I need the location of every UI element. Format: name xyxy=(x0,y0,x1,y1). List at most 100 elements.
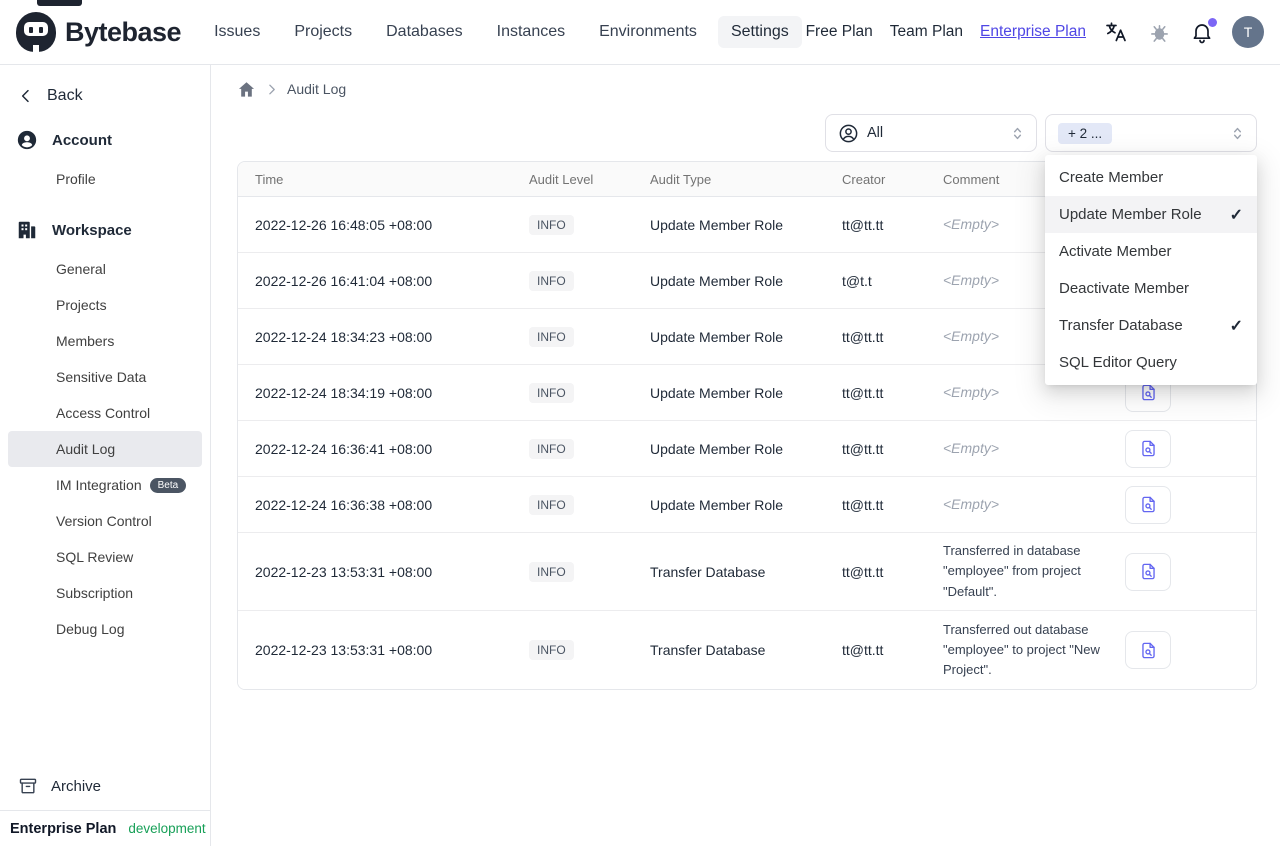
view-detail-button[interactable] xyxy=(1125,429,1171,468)
menu-item-label: SQL Editor Query xyxy=(1059,354,1177,371)
bug-report-icon[interactable] xyxy=(1146,19,1172,45)
sidebar-item-debug-log[interactable]: Debug Log xyxy=(8,611,202,647)
nav-links: Issues Projects Databases Instances Envi… xyxy=(201,16,802,48)
bytebase-logo[interactable]: Bytebase xyxy=(16,12,182,52)
translate-icon[interactable] xyxy=(1103,19,1129,45)
view-detail-button[interactable] xyxy=(1125,485,1171,524)
row-audit-type: Transfer Database xyxy=(650,563,766,580)
menu-item-label: Transfer Database xyxy=(1059,317,1183,334)
row-time: 2022-12-24 16:36:41 +08:00 xyxy=(255,440,433,457)
table-row: 2022-12-23 13:53:31 +08:00 INFO Transfer… xyxy=(238,533,1256,611)
sidebar-item-label: Members xyxy=(56,333,115,349)
file-search-icon xyxy=(1141,563,1155,580)
brand-wordmark: Bytebase xyxy=(65,16,182,47)
level-badge: INFO xyxy=(529,640,574,660)
row-creator: tt@tt.tt xyxy=(842,563,884,580)
sidebar-item-members[interactable]: Members xyxy=(8,323,202,359)
back-label: Back xyxy=(47,87,83,104)
person-circle-icon xyxy=(839,124,858,142)
sidebar-item-version-control[interactable]: Version Control xyxy=(8,503,202,539)
nav-link-projects[interactable]: Projects xyxy=(281,16,365,48)
row-creator: tt@tt.tt xyxy=(842,216,884,233)
breadcrumb-current: Audit Log xyxy=(287,81,347,97)
row-creator: tt@tt.tt xyxy=(842,384,884,401)
header-audit-level: Audit Level xyxy=(529,171,594,187)
environment-mode-label: development xyxy=(128,821,206,836)
view-detail-button[interactable] xyxy=(1125,631,1171,669)
sidebar-item-im-integration[interactable]: IM Integration Beta xyxy=(8,467,202,503)
sidebar-item-projects[interactable]: Projects xyxy=(8,287,202,323)
menu-item-activate-member[interactable]: Activate Member xyxy=(1045,233,1257,270)
filter-row: All + 2 ... xyxy=(237,114,1257,152)
top-nav: Bytebase Issues Projects Databases Insta… xyxy=(0,0,1280,65)
chevron-right-icon xyxy=(269,84,275,94)
level-badge: INFO xyxy=(529,270,574,291)
sidebar-item-audit-log[interactable]: Audit Log xyxy=(8,431,202,467)
view-detail-button[interactable] xyxy=(1125,552,1171,591)
creator-filter-value: All xyxy=(867,125,884,141)
audit-type-filter-chip: + 2 ... xyxy=(1058,122,1113,144)
account-section-label: Account xyxy=(52,131,112,149)
avatar[interactable]: T xyxy=(1232,16,1264,48)
menu-item-deactivate-member[interactable]: Deactivate Member xyxy=(1045,270,1257,307)
row-audit-type: Update Member Role xyxy=(650,384,784,401)
sidebar-item-profile[interactable]: Profile xyxy=(8,161,202,197)
archive-icon xyxy=(19,778,37,794)
audit-type-dropdown-menu: Create Member Update Member Role ✓ Activ… xyxy=(1045,155,1257,385)
row-creator: t@t.t xyxy=(842,272,872,289)
enterprise-plan-link[interactable]: Enterprise Plan xyxy=(980,23,1086,41)
menu-item-label: Create Member xyxy=(1059,169,1164,186)
sidebar-item-label: Subscription xyxy=(56,585,134,601)
free-plan-link[interactable]: Free Plan xyxy=(806,23,873,41)
back-button[interactable]: Back xyxy=(0,77,210,119)
team-plan-link[interactable]: Team Plan xyxy=(890,23,963,41)
notification-dot xyxy=(1208,18,1217,27)
home-icon[interactable] xyxy=(237,80,256,99)
table-row: 2022-12-24 16:36:38 +08:00 INFO Update M… xyxy=(238,477,1256,533)
sidebar-item-access-control[interactable]: Access Control xyxy=(8,395,202,431)
row-time: 2022-12-26 16:41:04 +08:00 xyxy=(255,272,433,289)
check-icon: ✓ xyxy=(1229,206,1243,224)
account-icon xyxy=(17,130,37,150)
file-search-icon xyxy=(1141,384,1155,401)
nav-link-settings[interactable]: Settings xyxy=(717,16,802,48)
audit-type-filter-select[interactable]: + 2 ... xyxy=(1045,114,1257,152)
header-audit-type: Audit Type xyxy=(650,171,712,187)
menu-item-update-member-role[interactable]: Update Member Role ✓ xyxy=(1045,196,1257,233)
workspace-icon xyxy=(18,221,36,239)
sidebar-item-label: General xyxy=(56,261,106,277)
plan-status-bar: Enterprise Plan development xyxy=(0,810,210,846)
menu-item-sql-editor-query[interactable]: SQL Editor Query xyxy=(1045,344,1257,381)
nav-link-issues[interactable]: Issues xyxy=(201,16,273,48)
sidebar-item-label: SQL Review xyxy=(56,549,134,565)
sidebar-item-sql-review[interactable]: SQL Review xyxy=(8,539,202,575)
menu-item-transfer-database[interactable]: Transfer Database ✓ xyxy=(1045,307,1257,344)
sidebar-item-label: Access Control xyxy=(56,405,151,421)
sidebar-item-label: Projects xyxy=(56,297,107,313)
sidebar-item-general[interactable]: General xyxy=(8,251,202,287)
row-audit-type: Update Member Role xyxy=(650,328,784,345)
notifications-bell-icon[interactable] xyxy=(1189,18,1217,45)
menu-item-label: Deactivate Member xyxy=(1059,280,1190,297)
sidebar-item-label: Debug Log xyxy=(56,621,125,637)
archive-button[interactable]: Archive xyxy=(0,764,210,810)
sidebar-item-subscription[interactable]: Subscription xyxy=(8,575,202,611)
level-badge: INFO xyxy=(529,438,574,459)
row-comment: <Empty> xyxy=(943,495,1000,512)
menu-item-create-member[interactable]: Create Member xyxy=(1045,159,1257,196)
level-badge: INFO xyxy=(529,214,574,235)
nav-link-instances[interactable]: Instances xyxy=(484,16,578,48)
sidebar-item-sensitive-data[interactable]: Sensitive Data xyxy=(8,359,202,395)
nav-link-environments[interactable]: Environments xyxy=(586,16,710,48)
row-comment: Transferred out database "employee" to p… xyxy=(943,621,1100,678)
sidebar-item-label: Audit Log xyxy=(56,441,116,457)
audit-log-page: Audit Log All + 2 ... Time Audit Level A… xyxy=(211,65,1280,846)
menu-item-label: Activate Member xyxy=(1059,243,1172,260)
row-audit-type: Update Member Role xyxy=(650,496,784,513)
creator-filter-select[interactable]: All xyxy=(825,114,1037,152)
workspace-section-label: Workspace xyxy=(52,221,132,239)
nav-link-databases[interactable]: Databases xyxy=(373,16,476,48)
sidebar-item-label: Version Control xyxy=(56,513,152,529)
select-arrows-icon xyxy=(1013,127,1022,139)
row-creator: tt@tt.tt xyxy=(842,328,884,345)
